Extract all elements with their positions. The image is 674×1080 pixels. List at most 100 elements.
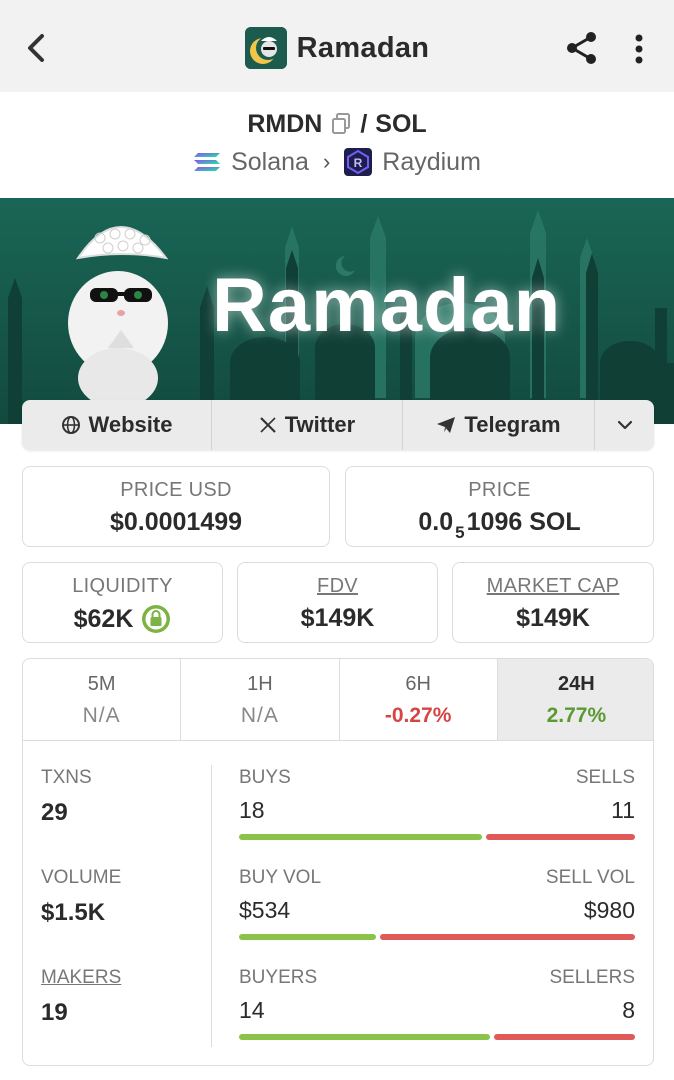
globe-icon xyxy=(61,416,80,434)
sell-volume-bar-segment xyxy=(380,934,635,940)
social-links-bar: Website Twitter Telegram xyxy=(22,400,654,450)
txns-stat: TXNS 29 xyxy=(41,767,92,827)
base-symbol: RMDN xyxy=(247,109,323,138)
txns-label: TXNS xyxy=(41,767,92,788)
sells-label: SELLS xyxy=(575,767,635,788)
tab-5m-label: 5M xyxy=(87,673,116,695)
buys-value: 18 xyxy=(239,797,265,823)
price-usd-value: $0.0001499 xyxy=(109,508,243,536)
more-options-button[interactable] xyxy=(624,28,654,68)
tab-1h[interactable]: 1H N/A xyxy=(181,659,340,740)
sells-bar-segment xyxy=(486,834,635,840)
quote-symbol: SOL xyxy=(375,109,427,138)
volume-label: VOLUME xyxy=(41,867,122,888)
price-native-value: 0.0 5 1096 SOL xyxy=(346,508,653,542)
volume-value: $1.5K xyxy=(41,899,106,926)
chain-dex-breadcrumb: Solana › R Raydium xyxy=(0,144,674,180)
liquidity-value-row: $62K xyxy=(23,604,222,634)
fdv-value: $149K xyxy=(300,604,375,632)
chevron-right-icon: › xyxy=(322,149,331,174)
banner-title: Ramadan xyxy=(212,263,562,348)
buy-volume-bar-segment xyxy=(239,934,377,940)
buyers-value: 14 xyxy=(239,997,265,1023)
solana-icon xyxy=(194,153,221,171)
share-button[interactable] xyxy=(562,28,602,68)
telegram-link[interactable]: Telegram xyxy=(403,400,595,450)
fdv-label[interactable]: FDV xyxy=(238,575,437,598)
twitter-link[interactable]: Twitter xyxy=(212,400,403,450)
pair-header: RMDN / SOL xyxy=(0,104,674,144)
txns-value: 29 xyxy=(41,799,68,826)
top-bar: Ramadan xyxy=(0,0,674,92)
buyers-sellers-ratio-bar xyxy=(239,1034,635,1040)
liquidity-value: $62K xyxy=(73,604,134,633)
sellers-bar-segment xyxy=(493,1034,635,1040)
buys-label: BUYS xyxy=(239,767,291,788)
volume-stat: VOLUME $1.5K xyxy=(41,867,121,927)
price-usd-card: PRICE USD $0.0001499 xyxy=(22,466,330,547)
buyers-label: BUYERS xyxy=(239,967,318,988)
tab-5m[interactable]: 5M N/A xyxy=(23,659,182,740)
lock-icon[interactable] xyxy=(141,604,171,634)
sellers-value: 8 xyxy=(622,997,635,1023)
telegram-link-label: Telegram xyxy=(464,412,561,437)
buys-bar-segment xyxy=(239,834,483,840)
buyers-sellers-stat: BUYERS SELLERS 14 8 xyxy=(239,967,635,1040)
makers-value: 19 xyxy=(41,999,68,1026)
website-link[interactable]: Website xyxy=(22,400,212,450)
timeframe-tabs: 5M N/A 1H N/A 6H -0.27% 24H 2.77% xyxy=(23,659,653,741)
price-native-prefix: 0.0 xyxy=(418,508,454,536)
liquidity-label: LIQUIDITY xyxy=(72,575,173,597)
telegram-icon xyxy=(437,417,456,433)
stats-divider xyxy=(211,765,212,1047)
raydium-icon: R xyxy=(344,148,373,176)
tab-6h[interactable]: 6H -0.27% xyxy=(340,659,498,740)
pair-separator: / xyxy=(360,109,368,138)
makers-label[interactable]: MAKERS xyxy=(41,967,121,989)
page-title: Ramadan xyxy=(296,31,430,64)
buy-volume-value: $534 xyxy=(239,897,291,923)
more-vertical-icon xyxy=(635,34,643,64)
market-cap-label[interactable]: MARKET CAP xyxy=(453,575,653,598)
tab-6h-change: -0.27% xyxy=(384,704,452,727)
website-link-label: Website xyxy=(88,412,173,437)
sellers-label: SELLERS xyxy=(549,967,635,988)
price-native-card: PRICE 0.0 5 1096 SOL xyxy=(345,466,654,547)
copy-icon[interactable] xyxy=(330,112,352,136)
buys-sells-stat: BUYS SELLS 18 11 xyxy=(239,767,635,840)
buy-volume-label: BUY VOL xyxy=(239,867,322,888)
sells-value: 11 xyxy=(611,797,635,823)
tab-5m-change: N/A xyxy=(82,704,121,727)
tab-1h-label: 1H xyxy=(247,673,273,695)
price-native-zero-count: 5 xyxy=(455,522,465,542)
chain-name[interactable]: Solana xyxy=(231,148,309,177)
market-cap-card[interactable]: MARKET CAP $149K xyxy=(452,562,654,643)
trading-stats-panel: 5M N/A 1H N/A 6H -0.27% 24H 2.77% TXNS 2… xyxy=(22,658,654,1066)
liquidity-card: LIQUIDITY $62K xyxy=(22,562,223,643)
makers-stat[interactable]: MAKERS 19 xyxy=(41,967,121,1027)
price-usd-label: PRICE USD xyxy=(120,479,232,501)
x-logo-icon xyxy=(259,417,276,433)
market-cap-value: $149K xyxy=(516,604,590,632)
share-icon xyxy=(567,32,596,64)
more-links-dropdown[interactable] xyxy=(595,400,654,450)
fdv-card[interactable]: FDV $149K xyxy=(237,562,438,643)
tab-1h-change: N/A xyxy=(240,704,279,727)
buys-sells-ratio-bar xyxy=(239,834,635,840)
tab-24h-change: 2.77% xyxy=(546,704,607,727)
tab-6h-label: 6H xyxy=(405,673,431,695)
twitter-link-label: Twitter xyxy=(284,412,356,437)
svg-text:R: R xyxy=(354,156,363,170)
buy-sell-volume-ratio-bar xyxy=(239,934,635,940)
sell-volume-label: SELL VOL xyxy=(545,867,635,888)
price-native-rest: 1096 SOL xyxy=(466,508,581,536)
tab-24h-label: 24H xyxy=(558,673,595,695)
token-logo-icon xyxy=(244,27,287,69)
sell-volume-value: $980 xyxy=(583,897,635,923)
tab-24h[interactable]: 24H 2.77% xyxy=(497,659,653,740)
buy-sell-volume-stat: BUY VOL SELL VOL $534 $980 xyxy=(239,867,635,940)
buyers-bar-segment xyxy=(239,1034,490,1040)
chevron-down-icon xyxy=(617,420,632,430)
price-native-label: PRICE xyxy=(468,479,531,501)
dex-name[interactable]: Raydium xyxy=(382,148,481,177)
